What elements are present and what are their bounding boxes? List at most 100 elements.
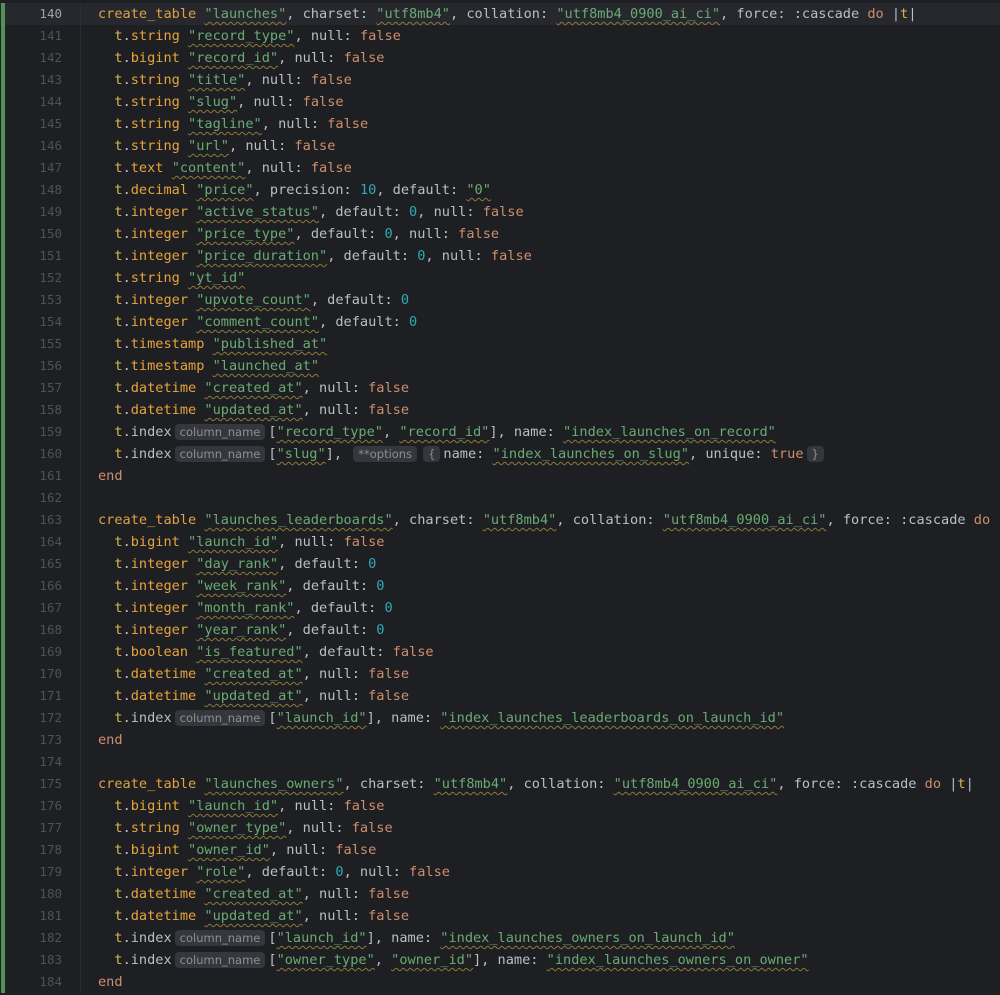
- code-line[interactable]: 171 t.datetime "updated_at", null: false: [0, 685, 1000, 707]
- code-line[interactable]: 152 t.string "yt_id": [0, 267, 1000, 289]
- code-line[interactable]: 175 create_table "launches_owners", chars…: [0, 773, 1000, 795]
- code-line[interactable]: 168 t.integer "year_rank", default: 0: [0, 619, 1000, 641]
- line-code: t.bigint "record_id", null: false: [98, 47, 384, 69]
- code-line[interactable]: 150 t.integer "price_type", default: 0, …: [0, 223, 1000, 245]
- method-name: text: [130, 160, 164, 176]
- code-line[interactable]: 151 t.integer "price_duration", default:…: [0, 245, 1000, 267]
- literal-keyword: false: [294, 138, 336, 154]
- literal-keyword: false: [409, 864, 450, 880]
- code-line[interactable]: 154 t.integer "comment_count", default: …: [0, 311, 1000, 333]
- code-line[interactable]: 142 t.bigint "record_id", null: false: [0, 47, 1000, 69]
- code-line[interactable]: 184 end: [0, 971, 1000, 993]
- code-editor[interactable]: 140 create_table "launches", charset: "ut…: [0, 3, 1000, 993]
- code-line[interactable]: 153 t.integer "upvote_count", default: 0: [0, 289, 1000, 311]
- inlay-hint: column_name: [174, 710, 266, 726]
- code-line[interactable]: 177 t.string "owner_type", null: false: [0, 817, 1000, 839]
- gutter-divider: [80, 443, 81, 465]
- string-literal: "price_duration": [196, 248, 328, 264]
- string-literal: "updated_at": [204, 688, 303, 704]
- literal-keyword: false: [368, 666, 410, 682]
- code-line[interactable]: 160 t.index column_name ["slug"], **option…: [0, 443, 1000, 465]
- code-line[interactable]: 176 t.bigint "launch_id", null: false: [0, 795, 1000, 817]
- method-name: integer: [130, 314, 189, 330]
- number-literal: 0: [376, 622, 385, 638]
- string-literal: "role": [196, 864, 246, 880]
- code-line[interactable]: 182 t.index column_name ["launch_id"], nam…: [0, 927, 1000, 949]
- line-number: 153: [39, 292, 62, 307]
- code-line[interactable]: 141 t.string "record_type", null: false: [0, 25, 1000, 47]
- code-line[interactable]: 143 t.string "title", null: false: [0, 69, 1000, 91]
- string-literal: "created_at": [204, 380, 303, 396]
- line-code: end: [98, 465, 123, 487]
- code-line[interactable]: 140 create_table "launches", charset: "ut…: [0, 3, 1000, 25]
- gutter-divider: [80, 707, 81, 729]
- code-line[interactable]: 148 t.decimal "price", precision: 10, de…: [0, 179, 1000, 201]
- code-text: .index: [122, 930, 172, 946]
- code-line[interactable]: 144 t.string "slug", null: false: [0, 91, 1000, 113]
- code-text: , default:: [319, 204, 410, 220]
- code-line[interactable]: 157 t.datetime "created_at", null: false: [0, 377, 1000, 399]
- code-line[interactable]: 178 t.bigint "owner_id", null: false: [0, 839, 1000, 861]
- line-number: 174: [39, 754, 62, 769]
- code-line[interactable]: 146 t.string "url", null: false: [0, 135, 1000, 157]
- literal-keyword: false: [368, 380, 410, 396]
- code-text: , null:: [294, 28, 360, 44]
- code-line[interactable]: 167 t.integer "month_rank", default: 0: [0, 597, 1000, 619]
- block-variable: t: [114, 336, 123, 352]
- line-code: t.string "slug", null: false: [98, 91, 343, 113]
- string-literal: "launch_id": [188, 798, 279, 814]
- string-literal: "published_at": [212, 336, 328, 352]
- code-text: , null:: [245, 72, 311, 88]
- string-literal: "launched_at": [212, 358, 320, 374]
- code-line[interactable]: 145 t.string "tagline", null: false: [0, 113, 1000, 135]
- code-text: .: [122, 402, 131, 418]
- code-line[interactable]: 147 t.text "content", null: false: [0, 157, 1000, 179]
- code-line[interactable]: 164 t.bigint "launch_id", null: false: [0, 531, 1000, 553]
- inlay-hint: column_name: [174, 952, 266, 968]
- string-literal: "updated_at": [204, 908, 303, 924]
- number-literal: 10: [359, 182, 377, 198]
- code-text: .index: [122, 710, 172, 726]
- code-line[interactable]: 162: [0, 487, 1000, 509]
- gutter-divider: [80, 333, 81, 355]
- code-line[interactable]: 173 end: [0, 729, 1000, 751]
- code-text: |: [965, 776, 974, 792]
- code-line[interactable]: 155 t.timestamp "published_at": [0, 333, 1000, 355]
- gutter-divider: [80, 575, 81, 597]
- method-name: integer: [130, 204, 189, 220]
- code-line[interactable]: 166 t.integer "week_rank", default: 0: [0, 575, 1000, 597]
- code-line[interactable]: 149 t.integer "active_status", default: …: [0, 201, 1000, 223]
- code-line[interactable]: 172 t.index column_name ["launch_id"], nam…: [0, 707, 1000, 729]
- code-line[interactable]: 161 end: [0, 465, 1000, 487]
- code-text: ], name:: [473, 952, 547, 968]
- code-line[interactable]: 181 t.datetime "updated_at", null: false: [0, 905, 1000, 927]
- line-code: t.bigint "launch_id", null: false: [98, 531, 384, 553]
- code-text: .: [122, 160, 131, 176]
- code-line[interactable]: 165 t.integer "day_rank", default: 0: [0, 553, 1000, 575]
- code-line[interactable]: 170 t.datetime "created_at", null: false: [0, 663, 1000, 685]
- code-line[interactable]: 159 t.index column_name ["record_type", "r…: [0, 421, 1000, 443]
- string-literal: "slug": [188, 94, 238, 110]
- line-number: 181: [39, 908, 62, 923]
- line-code: t.integer "month_rank", default: 0: [98, 597, 392, 619]
- line-number: 158: [39, 402, 62, 417]
- code-line[interactable]: 158 t.datetime "updated_at", null: false: [0, 399, 1000, 421]
- code-line[interactable]: 169 t.boolean "is_featured", default: fa…: [0, 641, 1000, 663]
- code-line[interactable]: 183 t.index column_name ["owner_type", "ow…: [0, 949, 1000, 971]
- code-text: .: [122, 204, 131, 220]
- code-line[interactable]: 180 t.datetime "created_at", null: false: [0, 883, 1000, 905]
- code-line[interactable]: 163 create_table "launches_leaderboards",…: [0, 509, 1000, 531]
- code-line[interactable]: 156 t.timestamp "launched_at": [0, 355, 1000, 377]
- code-line[interactable]: 179 t.integer "role", default: 0, null: …: [0, 861, 1000, 883]
- line-code: t.datetime "created_at", null: false: [98, 663, 409, 685]
- keyword: create_table: [98, 6, 197, 22]
- block-variable: t: [114, 94, 123, 110]
- code-text: , unique:: [688, 446, 771, 462]
- code-line[interactable]: 174: [0, 751, 1000, 773]
